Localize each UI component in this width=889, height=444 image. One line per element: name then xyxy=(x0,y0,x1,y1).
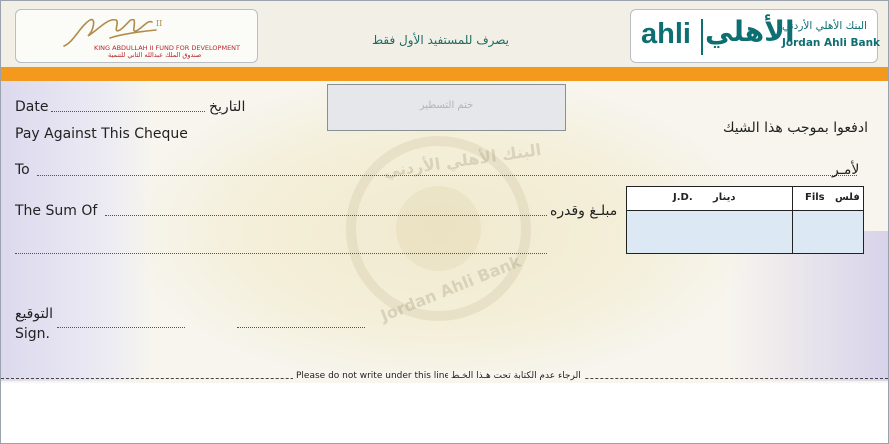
amount-box-divider xyxy=(792,187,793,253)
sum-label-ar: مبلـغ وقدره xyxy=(550,203,618,219)
payee-line[interactable] xyxy=(37,175,857,176)
jd-label-en: J.D. xyxy=(673,192,693,203)
sum-label-en: The Sum Of xyxy=(15,203,98,219)
crossing-stamp-label: ختم التسطير xyxy=(419,100,474,111)
amount-box-fields[interactable] xyxy=(627,211,863,253)
sign-label-ar: التوقيع xyxy=(15,306,53,322)
signature-line-1[interactable] xyxy=(57,327,185,328)
pay-label-en: Pay Against This Cheque xyxy=(15,126,188,142)
amount-box: J.D. دينار Fils فلس xyxy=(626,186,864,254)
fund-logo-box: II KING ABDULLAH II FUND FOR DEVELOPMENT… xyxy=(15,9,258,63)
no-write-text-en: Please do not write under this line xyxy=(293,371,453,381)
cheque-header: II KING ABDULLAH II FUND FOR DEVELOPMENT… xyxy=(1,1,888,67)
bank-logo-box: ahli الأهلي البنك الأهلي الأردني Jordan … xyxy=(630,9,881,63)
to-label-ar: لأمـر xyxy=(832,162,860,178)
watermark-seal-center xyxy=(396,186,481,271)
amount-box-header: J.D. دينار Fils فلس xyxy=(627,187,863,211)
date-label-en: Date xyxy=(15,99,49,115)
to-label-en: To xyxy=(15,162,30,178)
amount-words-line[interactable] xyxy=(105,215,547,216)
pay-label-ar: ادفعوا بموجب هذا الشيك xyxy=(723,120,868,136)
bank-logo-latin: ahli xyxy=(641,18,691,50)
date-label-ar: التاريخ xyxy=(209,99,246,115)
sign-label-en: Sign. xyxy=(15,326,50,342)
logo-divider xyxy=(701,19,703,55)
no-write-text-ar: الرجاء عدم الكتابة تحت هـذا الخـط xyxy=(448,371,584,381)
fils-label-en: Fils xyxy=(805,192,825,203)
payee-only-text: يصرف للمستفيد الأول فقط xyxy=(372,33,510,47)
signature-line-2[interactable] xyxy=(237,327,365,328)
no-write-divider: Please do not write under this line الرج… xyxy=(1,371,888,385)
crossing-stamp-box: ختم التسطير xyxy=(327,84,566,131)
amount-words-line-2[interactable] xyxy=(15,253,547,254)
cheque: البنك الأهلي الأردني Jordan Ahli Bank II… xyxy=(0,0,889,444)
bank-name-ar: البنك الأهلي الأردني xyxy=(782,20,867,32)
svg-text:II: II xyxy=(156,19,162,28)
orange-band xyxy=(1,67,888,81)
fund-name-ar: صندوق الملك عبدالله الثاني للتنمية xyxy=(108,51,202,59)
date-line[interactable] xyxy=(51,111,205,112)
jd-label-ar: دينار xyxy=(713,192,736,203)
bank-name-en: Jordan Ahli Bank xyxy=(782,37,881,49)
micr-band xyxy=(1,383,888,443)
fils-label-ar: فلس xyxy=(835,192,860,203)
